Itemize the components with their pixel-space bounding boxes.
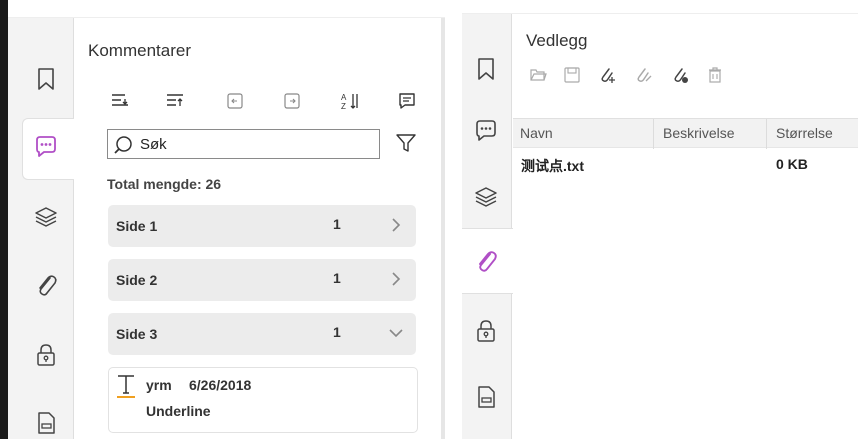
page-group-label: Side 2 bbox=[116, 272, 158, 288]
expand-all-icon[interactable] bbox=[109, 90, 131, 112]
chevron-right-icon bbox=[388, 216, 404, 234]
attachment-icon[interactable] bbox=[473, 248, 499, 274]
chevron-down-icon bbox=[388, 324, 404, 342]
comment-icon[interactable] bbox=[473, 118, 499, 144]
previous-icon[interactable] bbox=[224, 90, 246, 112]
lock-icon[interactable] bbox=[33, 342, 59, 368]
chevron-right-icon bbox=[388, 270, 404, 288]
annotation-date: 6/26/2018 bbox=[189, 377, 252, 393]
total-count: Total mengde: 26 bbox=[107, 176, 222, 192]
column-divider[interactable] bbox=[766, 119, 767, 149]
page-group-count: 1 bbox=[333, 216, 341, 232]
svg-text:Z: Z bbox=[341, 102, 346, 111]
layers-icon[interactable] bbox=[473, 184, 499, 210]
document-icon[interactable] bbox=[33, 410, 59, 436]
lock-icon[interactable] bbox=[473, 318, 499, 344]
filter-icon[interactable] bbox=[394, 131, 418, 155]
annotation-author: yrm bbox=[146, 377, 172, 393]
column-divider[interactable] bbox=[653, 119, 654, 149]
comments-panel-title: Kommentarer bbox=[88, 41, 191, 60]
annotation-item[interactable]: yrm 6/26/2018 Underline bbox=[108, 367, 418, 433]
left-top-strip bbox=[8, 0, 445, 18]
column-header-size[interactable]: Størrelse bbox=[776, 125, 833, 141]
save-icon[interactable] bbox=[563, 66, 581, 84]
attachments-table-header: Navn Beskrivelse Størrelse bbox=[513, 118, 858, 149]
panel-divider bbox=[441, 18, 445, 439]
column-header-name[interactable]: Navn bbox=[520, 125, 553, 141]
delete-icon[interactable] bbox=[706, 66, 724, 84]
document-icon[interactable] bbox=[473, 384, 499, 410]
attachments-panel-title: Vedlegg bbox=[526, 31, 588, 50]
page-group-3[interactable]: Side 3 1 bbox=[108, 313, 416, 355]
attachment-size: 0 KB bbox=[776, 156, 808, 172]
edit-attachment-icon[interactable] bbox=[634, 66, 652, 84]
comment-icon[interactable] bbox=[33, 134, 59, 160]
collapse-all-icon[interactable] bbox=[164, 90, 186, 112]
add-comment-icon[interactable] bbox=[396, 90, 418, 112]
svg-text:A: A bbox=[341, 93, 347, 102]
column-header-description[interactable]: Beskrivelse bbox=[663, 125, 735, 141]
bookmark-icon[interactable] bbox=[473, 56, 499, 82]
attachment-icon[interactable] bbox=[33, 272, 59, 298]
bookmark-icon[interactable] bbox=[33, 66, 59, 92]
table-row[interactable]: 测试点.txt 0 KB bbox=[513, 152, 858, 178]
window-edge bbox=[0, 0, 8, 439]
sort-icon[interactable]: AZ bbox=[339, 90, 361, 112]
underline-tool-icon bbox=[115, 372, 137, 400]
search-input[interactable] bbox=[140, 135, 370, 153]
page-group-label: Side 3 bbox=[116, 326, 158, 342]
search-icon bbox=[112, 134, 134, 156]
page-group-count: 1 bbox=[333, 270, 341, 286]
attachment-properties-icon[interactable] bbox=[671, 66, 689, 84]
layers-icon[interactable] bbox=[33, 204, 59, 230]
right-top-strip bbox=[462, 0, 858, 14]
comment-search-box[interactable] bbox=[107, 129, 380, 159]
add-attachment-icon[interactable] bbox=[598, 66, 616, 84]
attachment-name: 测试点.txt bbox=[521, 158, 584, 174]
annotation-type: Underline bbox=[146, 403, 211, 419]
page-group-count: 1 bbox=[333, 324, 341, 340]
open-folder-icon[interactable] bbox=[529, 66, 547, 84]
page-group-label: Side 1 bbox=[116, 218, 158, 234]
page-group-1[interactable]: Side 1 1 bbox=[108, 205, 416, 247]
next-icon[interactable] bbox=[281, 90, 303, 112]
page-group-2[interactable]: Side 2 1 bbox=[108, 259, 416, 301]
